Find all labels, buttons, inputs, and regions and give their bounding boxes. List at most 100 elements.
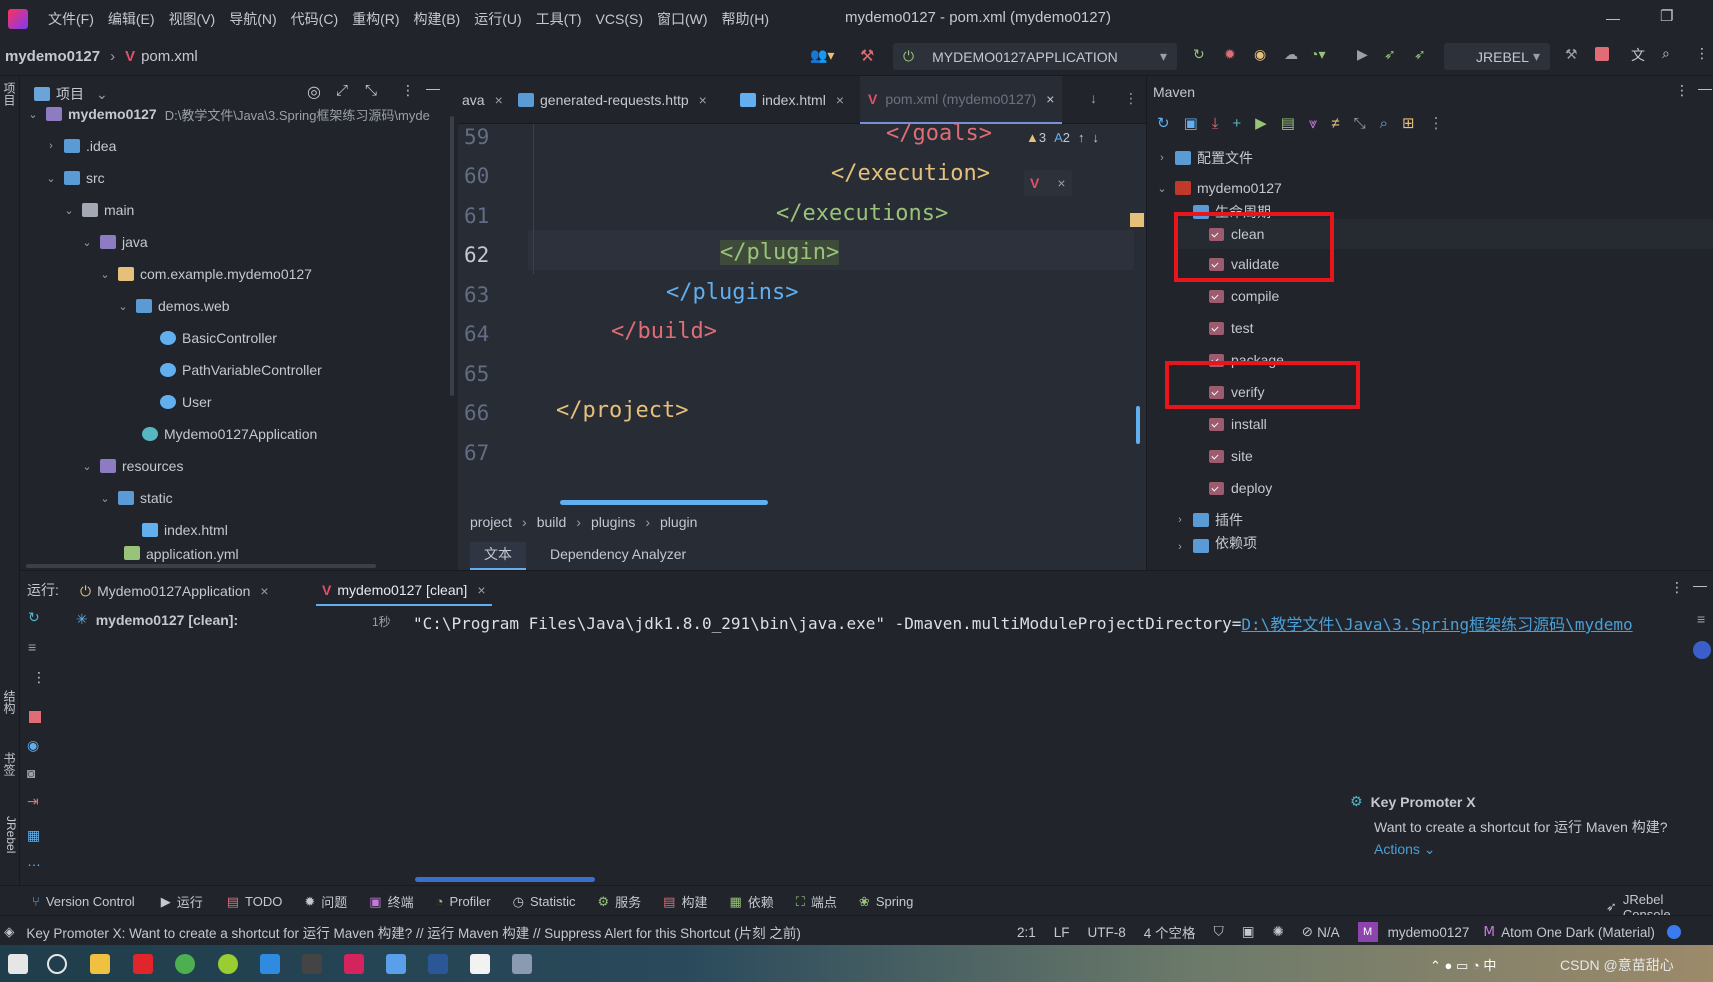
profile-icon[interactable]: ◔▾ <box>1310 46 1325 63</box>
menu-vcs[interactable]: VCS(S) <box>596 11 643 27</box>
maven-dependencies[interactable]: › 依赖项 <box>1173 535 1257 553</box>
tree-item-resources[interactable]: ⌄ resources <box>80 450 183 482</box>
hide-icon[interactable]: — <box>1693 577 1707 593</box>
structure-tool-button[interactable]: 结构 <box>2 690 18 714</box>
breadcrumb-item[interactable]: plugin <box>660 514 697 530</box>
tab-generated-requests[interactable]: generated-requests.http × <box>518 76 707 124</box>
more-icon[interactable]: ⋮ <box>401 82 415 99</box>
editor-vertical-scrollbar[interactable] <box>1136 406 1140 444</box>
run-config-select[interactable]: ⏻ MYDEMO0127APPLICATION ▾ <box>893 43 1177 70</box>
horizontal-scrollbar[interactable] <box>26 564 376 568</box>
app-red-icon[interactable] <box>133 954 153 974</box>
tab-dependency-analyzer[interactable]: Dependency Analyzer <box>540 542 696 566</box>
code-line[interactable]: </goals> <box>886 121 992 146</box>
popup-actions-link[interactable]: Actions ⌄ <box>1374 841 1436 858</box>
close-icon[interactable]: × <box>260 583 268 599</box>
add-icon[interactable]: + <box>1232 115 1241 132</box>
wrap-icon[interactable]: ≡ <box>1697 611 1705 627</box>
more-icon[interactable]: ⋮ <box>1675 82 1689 99</box>
breadcrumb-project[interactable]: mydemo0127 <box>5 48 100 65</box>
translate-icon[interactable]: 文 <box>1631 45 1645 65</box>
project-tool-button[interactable]: 项目 <box>2 82 18 106</box>
jrebel-run-icon[interactable]: ➶ <box>1384 46 1396 63</box>
bug-icon[interactable]: ✺ <box>1272 924 1283 940</box>
tree-item-basiccontroller[interactable]: BasicController <box>160 322 277 354</box>
maven-profiles[interactable]: › 配置文件 <box>1155 143 1253 173</box>
breadcrumb-item[interactable]: plugins <box>591 514 635 530</box>
typora-icon[interactable] <box>470 954 490 974</box>
more-icon[interactable]: ⋮ <box>1670 579 1684 596</box>
vertical-scrollbar[interactable] <box>450 116 454 396</box>
tree-item-user[interactable]: User <box>160 386 212 418</box>
tool-run[interactable]: 运行 <box>177 892 203 911</box>
status-project[interactable]: mydemo0127 <box>1388 925 1470 940</box>
collapse-icon[interactable]: ⤡ <box>365 82 377 99</box>
tool-spring[interactable]: Spring <box>876 894 914 909</box>
coverage-icon[interactable]: ◉ <box>1254 46 1266 63</box>
status-theme[interactable]: Atom One Dark (Material) <box>1501 925 1655 940</box>
tree-item-root[interactable]: ⌄ mydemo0127 D:\教学文件\Java\3.Spring框架练习源码… <box>26 98 429 130</box>
build-icon[interactable]: ⚒ <box>1565 46 1578 63</box>
tab-pom-xml[interactable]: Vpom.xml (mydemo0127) × <box>860 76 1063 124</box>
tree-item-src[interactable]: ⌄ src <box>44 162 104 194</box>
more-icon[interactable]: ⋮ <box>1695 45 1709 62</box>
maven-project[interactable]: ⌄ mydemo0127 <box>1155 173 1281 203</box>
status-encoding[interactable]: UTF-8 <box>1088 925 1126 940</box>
run-tree-item[interactable]: ✳ mydemo0127 [clean]: <box>76 611 238 628</box>
clear-icon[interactable]: ≡ <box>28 639 36 655</box>
editor-horizontal-scrollbar[interactable] <box>560 500 768 505</box>
minimize-icon[interactable]: — <box>1606 10 1620 26</box>
tree-item-pathvariablecontroller[interactable]: PathVariableController <box>160 354 322 386</box>
layout-icon[interactable]: ▦ <box>27 827 40 844</box>
user-icon[interactable]: 👥▾ <box>810 47 834 64</box>
tool-profiler[interactable]: Profiler <box>449 894 490 909</box>
debug-icon[interactable]: ✹ <box>1224 46 1236 63</box>
goal-install[interactable]: install <box>1209 409 1267 439</box>
search-icon[interactable]: ⌕ <box>1662 45 1670 62</box>
intellij-icon[interactable] <box>344 954 364 974</box>
close-icon[interactable]: × <box>1057 175 1065 191</box>
menu-build[interactable]: 构建(B) <box>414 9 461 29</box>
goal-test[interactable]: test <box>1209 313 1254 343</box>
stop-icon[interactable] <box>1595 47 1609 61</box>
tool-endpoints[interactable]: 端点 <box>811 892 837 911</box>
app-dark-icon[interactable] <box>302 954 322 974</box>
inspection-widget[interactable]: ▲ 3 A 2 ↑ ↓ <box>1026 130 1099 145</box>
ellipsis-icon[interactable]: … <box>27 853 41 869</box>
close-icon[interactable]: × <box>477 582 485 598</box>
app-blue-icon[interactable] <box>260 954 280 974</box>
maven-reload-popup[interactable]: V × <box>1024 170 1072 196</box>
console-output[interactable]: "C:\Program Files\Java\jdk1.8.0_291\bin\… <box>413 611 1633 635</box>
run-tab-application[interactable]: ⏻ Mydemo0127Application × <box>80 576 269 606</box>
scroll-end-icon[interactable] <box>1693 641 1711 659</box>
jrebel-debug-icon[interactable]: ➶ <box>1414 46 1426 63</box>
stop-icon[interactable] <box>29 711 41 723</box>
close-icon[interactable]: × <box>836 92 844 108</box>
tree-item-main[interactable]: ⌄ main <box>62 194 134 226</box>
close-icon[interactable]: × <box>699 92 707 108</box>
chrome-icon[interactable] <box>175 954 195 974</box>
tab-java[interactable]: ava × <box>462 76 503 124</box>
menu-code[interactable]: 代码(C) <box>291 9 338 29</box>
analyze-icon[interactable]: ⌕ <box>1380 115 1388 132</box>
hammer-icon[interactable]: ⚒ <box>860 46 874 66</box>
tool-terminal[interactable]: 终端 <box>388 892 414 911</box>
app-window-icon[interactable] <box>386 954 406 974</box>
close-icon[interactable]: × <box>1046 91 1054 107</box>
breadcrumb-item[interactable]: project <box>470 514 512 530</box>
menu-window[interactable]: 窗口(W) <box>657 9 708 29</box>
goal-site[interactable]: site <box>1209 441 1253 471</box>
tree-item-static[interactable]: ⌄ static <box>98 482 172 514</box>
tree-item-java[interactable]: ⌄ java <box>80 226 147 258</box>
search-icon[interactable] <box>47 954 67 974</box>
tab-overflow-icon[interactable]: ↓ <box>1090 90 1097 106</box>
tree-item-idea[interactable]: › .idea <box>44 130 116 162</box>
expand-icon[interactable]: ⤢ <box>336 82 348 99</box>
status-indent[interactable]: 4 个空格 <box>1144 922 1196 942</box>
menu-refactor[interactable]: 重构(R) <box>352 9 399 29</box>
lock-icon[interactable]: ⛉ <box>1214 924 1224 940</box>
more-icon[interactable]: ⋮ <box>1429 114 1444 132</box>
code-line[interactable]: </plugins> <box>666 280 798 305</box>
tree-item-package[interactable]: ⌄ com.example.mydemo0127 <box>98 258 312 290</box>
arrow-up-icon[interactable]: ↑ <box>1078 130 1085 145</box>
